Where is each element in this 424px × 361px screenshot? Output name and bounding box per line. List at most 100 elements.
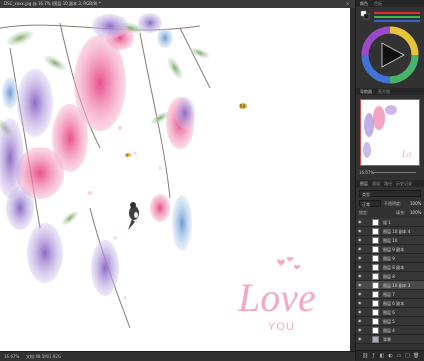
layers-footer: ⛓ ƒ ◧ ◐ ▭ □ 🗑 xyxy=(356,350,424,361)
tab-navigator[interactable]: 导航器 xyxy=(360,89,372,95)
right-panel-dock: 颜色 色板 导航器 直方图 Lo 16.67% 图层 通道 路径 历史记录 类型… xyxy=(355,0,424,361)
navigator-preview[interactable]: Lo xyxy=(360,99,420,166)
eye-icon[interactable]: ◉ xyxy=(358,274,362,278)
document-size: 文档:48.5M/1.92G xyxy=(26,354,62,359)
eye-icon[interactable]: ◉ xyxy=(358,238,362,242)
eye-icon[interactable]: ◉ xyxy=(358,256,362,260)
layer-row[interactable]: ◉ 图层 10 xyxy=(356,236,424,245)
layer-row[interactable]: ◉ 图层 6 副本 xyxy=(356,299,424,308)
layer-thumbnail xyxy=(372,237,379,244)
tab-history[interactable]: 历史记录 xyxy=(396,181,412,187)
layer-thumbnail xyxy=(372,300,379,307)
svg-text:Lo: Lo xyxy=(401,149,412,159)
close-icon[interactable]: × xyxy=(346,1,349,6)
layer-name: 图层 9 副本 xyxy=(383,247,405,252)
bee-icon xyxy=(125,153,131,157)
navigator-thumbnail: Lo xyxy=(363,105,412,159)
bird-icon xyxy=(128,202,139,230)
document-title: DSC_xxxx.jpg @ 16.7% (图层 10 副本 3, RGB/8)… xyxy=(4,1,101,6)
color-panel-header: 颜色 色板 xyxy=(356,0,424,7)
layer-name: 图层 5 xyxy=(383,319,395,324)
layer-filter[interactable]: 类型 xyxy=(359,190,421,197)
layer-thumbnail xyxy=(372,336,379,343)
blend-mode-select[interactable]: 正常 xyxy=(359,200,381,207)
eye-icon[interactable]: ◉ xyxy=(358,229,362,233)
eye-icon[interactable]: ◉ xyxy=(358,292,362,296)
hearts xyxy=(277,256,300,270)
eye-icon[interactable]: ◉ xyxy=(358,337,362,341)
trash-icon[interactable]: 🗑 xyxy=(413,353,419,359)
eye-icon[interactable]: ◉ xyxy=(358,301,362,305)
fx-icon[interactable]: ƒ xyxy=(371,353,377,359)
layer-name: 图层 7 xyxy=(383,292,395,297)
tab-channels[interactable]: 通道 xyxy=(372,181,380,187)
layer-thumbnail xyxy=(372,282,379,289)
layer-name: 图层 10 副本 3 xyxy=(383,283,411,288)
tab-histogram[interactable]: 直方图 xyxy=(378,89,390,95)
layer-name: 图层 9 xyxy=(383,256,395,261)
layer-row[interactable]: ◉ 图层 7 xyxy=(356,290,424,299)
eye-icon[interactable]: ◉ xyxy=(358,283,362,287)
adjust-icon[interactable]: ◐ xyxy=(388,353,394,359)
zoom-readout[interactable]: 16.67% xyxy=(4,354,19,359)
layer-row[interactable]: ◉ 图层 5 xyxy=(356,317,424,326)
eye-icon[interactable]: ◉ xyxy=(358,265,362,269)
layer-name: 图层 10 副本 4 xyxy=(383,229,411,234)
layer-thumbnail xyxy=(372,309,379,316)
layer-row[interactable]: ◉ 图层 10 副本 3 xyxy=(356,281,424,290)
eye-icon[interactable]: ◉ xyxy=(358,319,362,323)
lock-label: 锁定: xyxy=(359,210,369,215)
you-text: YOU xyxy=(268,321,295,333)
layer-row[interactable]: ◉ 图层 9 xyxy=(356,254,424,263)
layer-name: 图层 6 副本 xyxy=(383,301,405,306)
tab-layers[interactable]: 图层 xyxy=(360,181,368,187)
layer-thumbnail xyxy=(372,273,379,280)
layer-thumbnail xyxy=(372,318,379,325)
layer-name: 背景 xyxy=(383,337,391,342)
layer-row[interactable]: ◉ 图层 9 副本 xyxy=(356,245,424,254)
layer-thumbnail xyxy=(372,228,379,235)
layer-row[interactable]: ◉ 背景 xyxy=(356,335,424,344)
layers-list: ◉ 组 1 ◉ 图层 10 副本 4 ◉ 图层 10 ◉ 图层 9 副本 ◉ 图层 9 ◉ 图层 8 … xyxy=(356,218,424,348)
layer-name: 图层 4 xyxy=(383,328,395,333)
layer-thumbnail xyxy=(372,327,379,334)
layer-row[interactable]: ◉ 图层 8 副本 xyxy=(356,263,424,272)
layer-row[interactable]: ◉ 组 1 xyxy=(356,218,424,227)
fill-value[interactable]: 100% xyxy=(410,210,421,215)
canvas[interactable]: Love YOU xyxy=(0,8,350,351)
layer-row[interactable]: ◉ 图层 8 xyxy=(356,272,424,281)
love-text: Love xyxy=(237,275,316,320)
layer-row[interactable]: ◉ 图层 6 xyxy=(356,308,424,317)
tab-paths[interactable]: 路径 xyxy=(384,181,392,187)
eye-icon[interactable]: ◉ xyxy=(358,247,362,251)
navigator-zoom-slider[interactable] xyxy=(372,172,416,173)
blend-mode-value: 正常 xyxy=(362,201,370,207)
link-icon[interactable]: ⛓ xyxy=(362,353,368,359)
opacity-value[interactable]: 100% xyxy=(410,201,421,206)
artwork: Love YOU xyxy=(0,13,316,333)
eye-icon[interactable]: ◉ xyxy=(358,310,362,314)
layer-row[interactable]: ◉ 图层 10 副本 4 xyxy=(356,227,424,236)
layer-row[interactable]: ◉ 图层 4 xyxy=(356,326,424,335)
layer-thumbnail xyxy=(372,219,379,226)
layer-name: 组 1 xyxy=(383,220,391,225)
fill-label: 填充: xyxy=(396,210,406,215)
bee-icon xyxy=(239,103,247,109)
layer-thumbnail xyxy=(372,291,379,298)
layer-name: 图层 6 xyxy=(383,310,395,315)
folder-icon[interactable]: ▭ xyxy=(396,353,402,359)
layers-panel-header: 图层 通道 路径 历史记录 xyxy=(356,180,424,187)
layer-thumbnail xyxy=(372,255,379,262)
layer-filter-label: 类型 xyxy=(362,191,370,197)
layer-name: 图层 8 xyxy=(383,274,395,279)
mask-icon[interactable]: ◧ xyxy=(379,353,385,359)
navigator-panel-header: 导航器 直方图 xyxy=(356,88,424,95)
layer-name: 图层 10 xyxy=(383,238,398,243)
layer-name: 图层 8 副本 xyxy=(383,265,405,270)
eye-icon[interactable]: ◉ xyxy=(358,220,362,224)
opacity-label: 不透明度: xyxy=(384,201,402,206)
eye-icon[interactable]: ◉ xyxy=(358,328,362,332)
new-layer-icon[interactable]: □ xyxy=(405,353,411,359)
layer-thumbnail xyxy=(372,264,379,271)
color-wheel-area[interactable] xyxy=(356,7,424,85)
